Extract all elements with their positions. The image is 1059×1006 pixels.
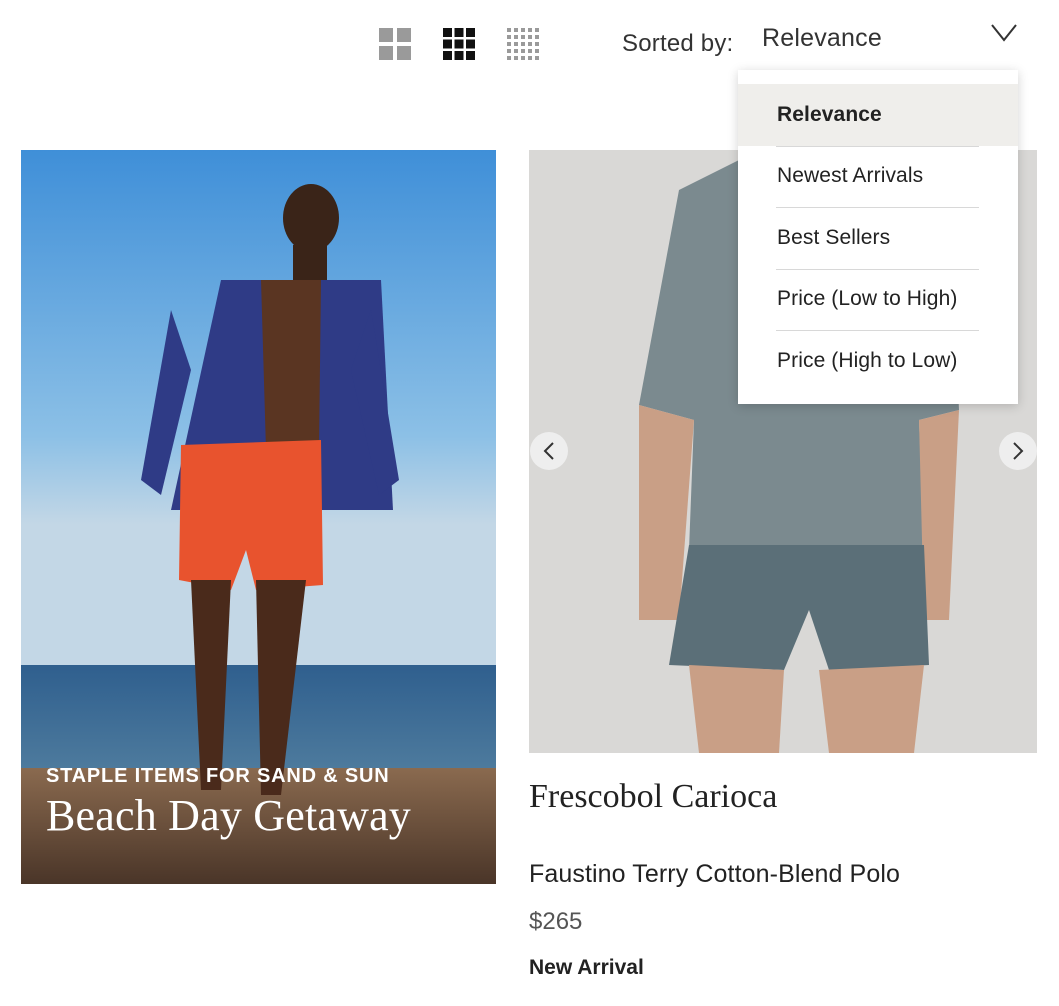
chevron-right-icon[interactable] [999, 432, 1037, 470]
sort-option-label: Best Sellers [777, 225, 891, 249]
sort-select[interactable]: Relevance [752, 14, 1028, 64]
promo-title: Beach Day Getaway [46, 791, 412, 840]
chevron-down-icon[interactable] [990, 22, 1018, 49]
product-listing-page: Sorted by: Relevance Relevance Newest Ar… [0, 0, 1059, 1006]
sort-option-relevance[interactable]: Relevance [738, 84, 1018, 146]
sort-option-price-low-high[interactable]: Price (Low to High) [738, 268, 1018, 331]
sort-selected-value: Relevance [762, 24, 882, 52]
grid-5x5-icon[interactable] [507, 28, 539, 60]
grid-2x2-icon[interactable] [379, 28, 411, 60]
promo-eyebrow: STAPLE ITEMS FOR SAND & SUN [46, 765, 390, 787]
sort-option-price-high-low[interactable]: Price (High to Low) [738, 330, 1018, 392]
sort-option-label: Newest Arrivals [777, 164, 924, 188]
product-name[interactable]: Faustino Terry Cotton-Blend Polo [529, 860, 900, 889]
new-arrival-badge: New Arrival [529, 956, 644, 979]
sort-dropdown-menu: Relevance Newest Arrivals Best Sellers P… [738, 70, 1018, 404]
sort-option-label: Price (Low to High) [777, 287, 958, 311]
sort-option-label: Relevance [777, 102, 882, 126]
sort-option-best-sellers[interactable]: Best Sellers [738, 207, 1018, 269]
sort-option-newest-arrivals[interactable]: Newest Arrivals [738, 145, 1018, 208]
promo-tile[interactable]: STAPLE ITEMS FOR SAND & SUN Beach Day Ge… [21, 150, 496, 884]
grid-3x3-icon[interactable] [443, 28, 475, 60]
sort-option-label: Price (High to Low) [777, 348, 958, 372]
sort-label: Sorted by: [622, 30, 734, 57]
chevron-left-icon[interactable] [530, 432, 568, 470]
product-brand[interactable]: Frescobol Carioca [529, 778, 777, 816]
dropdown-top-spacer [738, 70, 1018, 84]
product-price: $265 [529, 908, 583, 935]
